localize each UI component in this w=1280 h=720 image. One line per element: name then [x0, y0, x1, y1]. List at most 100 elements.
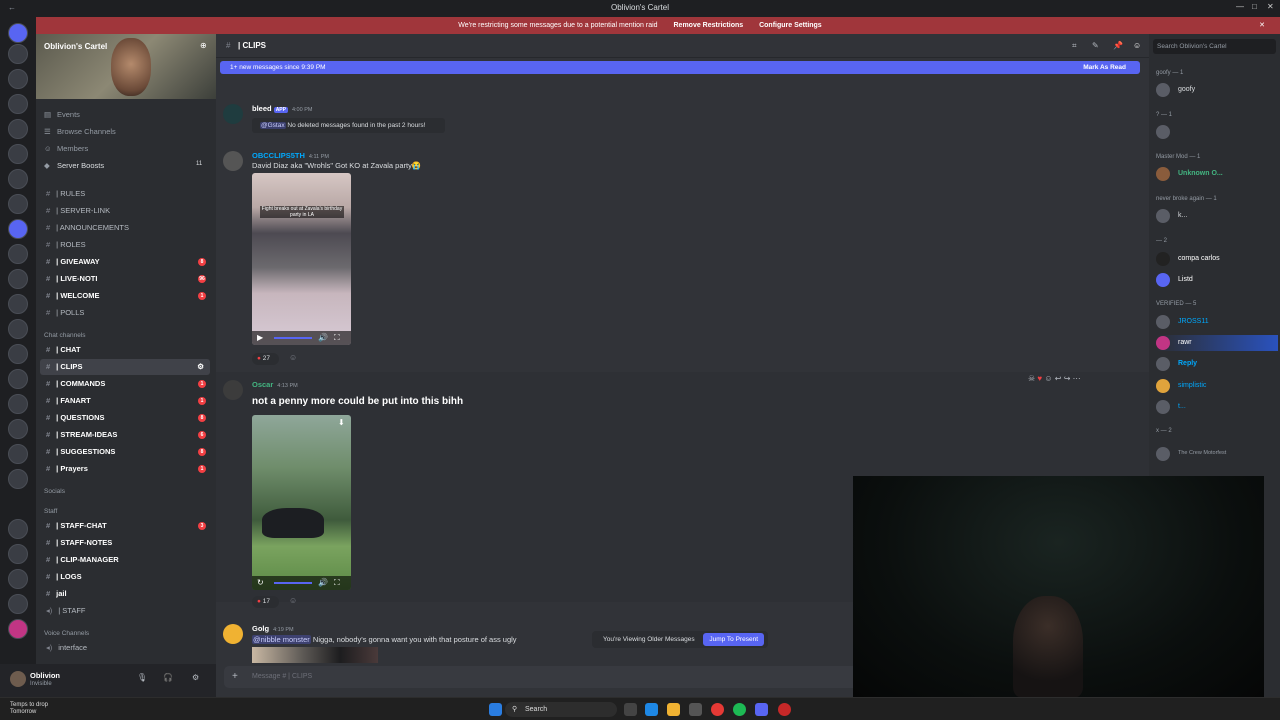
configure-settings-link[interactable]: Configure Settings — [759, 22, 822, 29]
edge-icon[interactable] — [645, 703, 658, 716]
start-icon[interactable] — [489, 703, 502, 716]
server-icon[interactable] — [8, 619, 28, 639]
server-name[interactable]: Oblivion's Cartel — [44, 42, 107, 51]
channel-staff[interactable]: ◂) | STAFF — [40, 603, 210, 619]
server-icon[interactable] — [8, 394, 28, 414]
member-item[interactable]: goofy — [1156, 82, 1278, 98]
volume-icon[interactable]: 🔊 — [318, 578, 328, 587]
category-voice[interactable]: Voice Channels — [44, 630, 89, 637]
member-item[interactable]: k... — [1156, 208, 1278, 224]
settings-icon[interactable]: ⚙ — [197, 359, 204, 375]
server-icon[interactable] — [8, 444, 28, 464]
member-item[interactable]: compa carlos — [1156, 251, 1278, 267]
member-item[interactable]: Unknown O... — [1156, 166, 1278, 182]
notification-icon[interactable]: ✎ — [1092, 41, 1099, 50]
message-author[interactable]: OBCCLIPS5TH 4:11 PM — [252, 151, 329, 160]
video-embed[interactable]: ⬇ ↻ 🔊 ⛶ — [252, 415, 351, 590]
channel-announcements[interactable]: # | ANNOUNCEMENTS — [40, 220, 210, 236]
new-messages-bar[interactable]: 1+ new messages since 9:39 PM Mark As Re… — [220, 61, 1140, 74]
forward-icon[interactable]: ↪ — [1064, 374, 1071, 383]
channel-clip-manager[interactable]: # | CLIP-MANAGER — [40, 552, 210, 568]
nav-browse-channels[interactable]: ☰ Browse Channels — [44, 127, 116, 136]
avatar[interactable] — [223, 624, 243, 644]
server-icon[interactable] — [8, 294, 28, 314]
member-item[interactable]: The Crew Motorfest — [1156, 446, 1278, 462]
search-input[interactable]: Search Oblivion's Cartel — [1153, 39, 1276, 54]
discord-icon[interactable] — [755, 703, 768, 716]
nav-events[interactable]: ▤ Events — [44, 110, 80, 119]
weather-widget[interactable]: Temps to drop Tomorrow — [10, 702, 48, 716]
member-item[interactable]: JROSS11 — [1156, 314, 1278, 330]
close-icon[interactable]: ✕ — [1267, 2, 1274, 11]
server-icon[interactable] — [8, 419, 28, 439]
nav-members[interactable]: ☺ Members — [44, 144, 88, 153]
more-icon[interactable]: ⋯ — [1073, 374, 1081, 383]
task-view-icon[interactable] — [624, 703, 637, 716]
minimize-icon[interactable]: — — [1236, 2, 1244, 11]
server-icon[interactable] — [8, 144, 28, 164]
channel-suggestions[interactable]: # | SUGGESTIONS 8 — [40, 444, 210, 460]
member-list-icon[interactable]: ☺ — [1133, 41, 1141, 50]
mark-as-read-button[interactable]: Mark As Read — [1083, 61, 1126, 74]
fullscreen-icon[interactable]: ⛶ — [334, 333, 340, 343]
heart-icon[interactable]: ♥ — [1037, 374, 1042, 383]
category-staff[interactable]: Staff — [44, 508, 57, 515]
explorer-icon[interactable] — [667, 703, 680, 716]
server-icon[interactable] — [8, 69, 28, 89]
message-author[interactable]: Oscar 4:13 PM — [252, 380, 298, 389]
channel-staff-notes[interactable]: # | STAFF-NOTES — [40, 535, 210, 551]
threads-icon[interactable]: ⌗ — [1072, 41, 1077, 51]
member-item[interactable]: simplistic — [1156, 378, 1278, 394]
close-notice-icon[interactable]: ✕ — [1259, 17, 1265, 34]
channel-clips[interactable]: # | CLIPS ⚙ — [40, 359, 210, 375]
reaction[interactable]: ● 17 — [252, 596, 279, 608]
invite-icon[interactable]: ⊕ — [200, 41, 207, 50]
reaction[interactable]: ● 27 — [252, 353, 279, 365]
channel-questions[interactable]: # | QUESTIONS 8 — [40, 410, 210, 426]
server-icon[interactable] — [8, 94, 28, 114]
server-icon[interactable] — [8, 519, 28, 539]
server-icon[interactable] — [8, 544, 28, 564]
reply-icon[interactable]: ↩ — [1055, 374, 1062, 383]
back-icon[interactable]: ← — [8, 3, 16, 12]
channel-roles[interactable]: # | ROLES — [40, 237, 210, 253]
taskbar-search[interactable]: ⚲ Search — [505, 702, 617, 717]
avatar[interactable] — [223, 380, 243, 400]
settings-icon[interactable]: ⚙ — [192, 673, 199, 682]
channel-polls[interactable]: # | POLLS — [40, 305, 210, 321]
channel-jail[interactable]: # jail — [40, 586, 210, 602]
channel-fanart[interactable]: # | FANART 1 — [40, 393, 210, 409]
channel-commands[interactable]: # | COMMANDS 1 — [40, 376, 210, 392]
category-socials[interactable]: Socials — [44, 488, 65, 495]
channel-welcome[interactable]: # | WELCOME 1 — [40, 288, 210, 304]
video-progress[interactable] — [274, 582, 312, 584]
fullscreen-icon[interactable]: ⛶ — [334, 578, 340, 588]
maximize-icon[interactable]: □ — [1252, 2, 1257, 11]
channel-logs[interactable]: # | LOGS — [40, 569, 210, 585]
server-icon[interactable] — [8, 119, 28, 139]
member-item[interactable]: rawr — [1156, 335, 1278, 351]
server-icon[interactable] — [8, 244, 28, 264]
microphone-icon[interactable]: 🎙 — [137, 673, 147, 682]
message-author[interactable]: bleed APP 4:00 PM — [252, 104, 312, 113]
server-icon[interactable] — [8, 269, 28, 289]
add-reaction-icon[interactable]: ☺ — [1044, 374, 1052, 383]
spotify-icon[interactable] — [733, 703, 746, 716]
channel-prayers[interactable]: # | Prayers 1 — [40, 461, 210, 477]
avatar[interactable] — [10, 671, 26, 687]
server-icon[interactable] — [8, 169, 28, 189]
member-item[interactable]: Listd — [1156, 272, 1278, 288]
user-mention[interactable]: @Gstax — [260, 122, 286, 129]
store-icon[interactable] — [689, 703, 702, 716]
server-icon[interactable] — [8, 594, 28, 614]
video-embed[interactable]: Fight breaks out at Zavala's birthday pa… — [252, 173, 351, 345]
jump-to-present-button[interactable]: Jump To Present — [703, 633, 764, 646]
avatar[interactable] — [223, 151, 243, 171]
replay-icon[interactable]: ↻ — [257, 578, 264, 587]
channel-staff-chat[interactable]: # | STAFF-CHAT 3 — [40, 518, 210, 534]
server-icon[interactable] — [8, 369, 28, 389]
server-icon[interactable] — [8, 219, 28, 239]
avatar[interactable] — [223, 104, 243, 124]
server-icon[interactable] — [8, 469, 28, 489]
channel-rules[interactable]: # | RULES — [40, 186, 210, 202]
